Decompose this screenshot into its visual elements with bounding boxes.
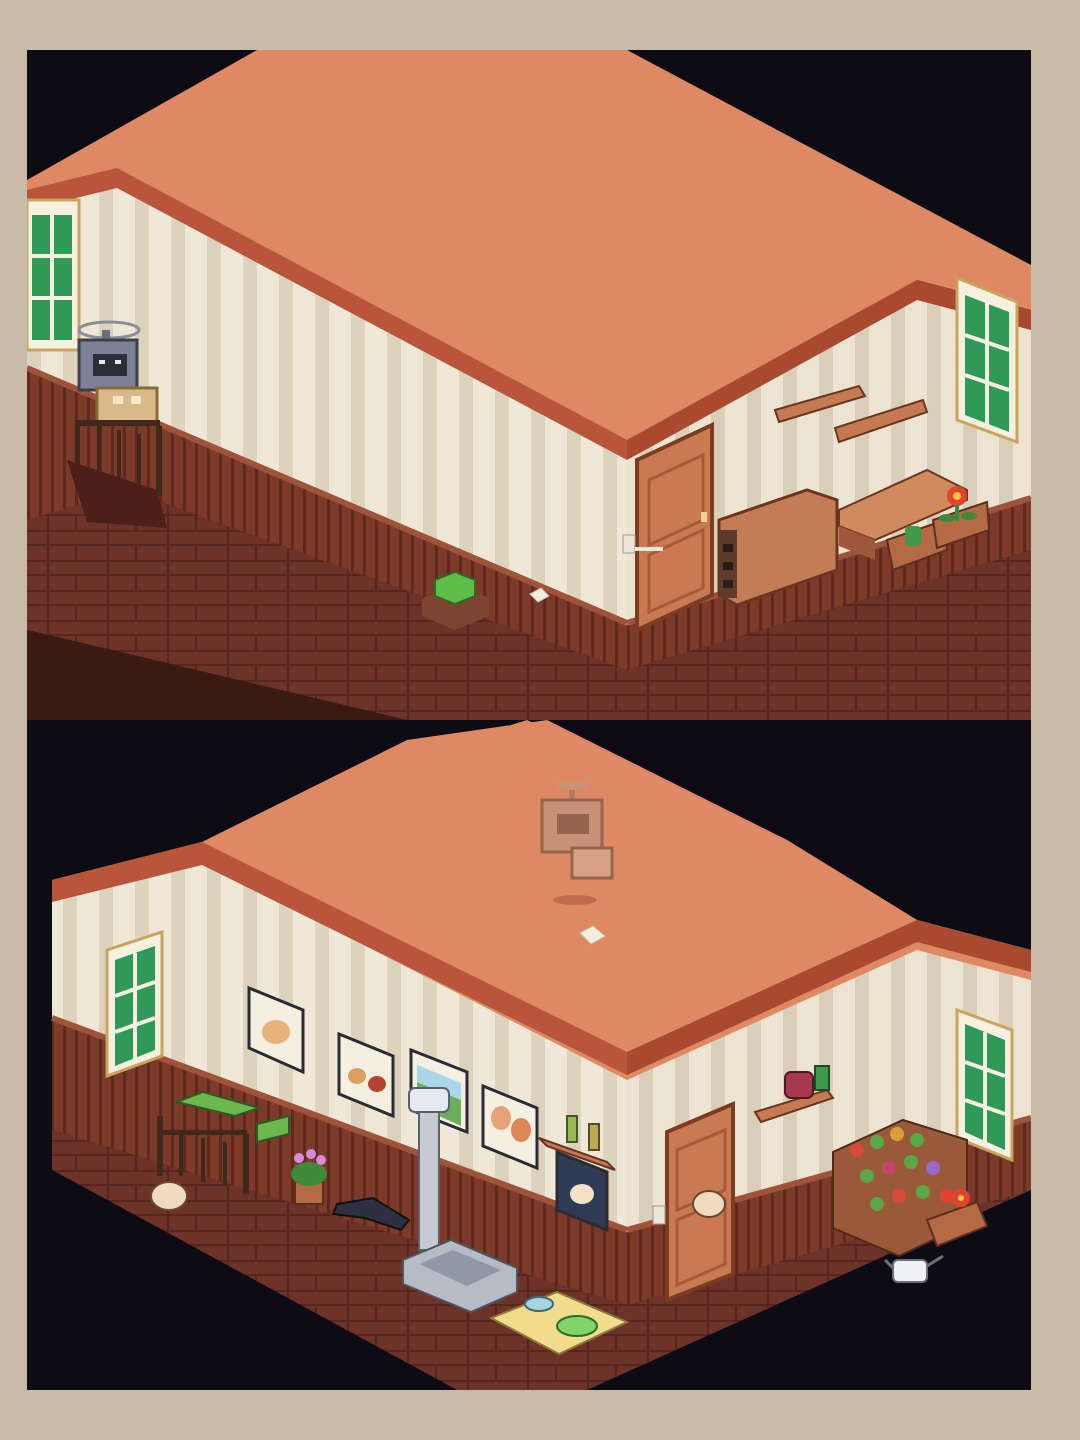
room-render-top: [27, 50, 1031, 720]
window-right: [955, 275, 1019, 445]
game-viewport: [27, 50, 1031, 1390]
room-render-bottom: [50, 720, 1031, 1390]
window-left: [105, 929, 164, 1079]
room-panel-top: [27, 50, 1031, 720]
window-left: [27, 198, 81, 352]
hand-cursor-icon[interactable]: [150, 1181, 188, 1211]
window-right: [955, 1007, 1014, 1163]
light-switch[interactable]: [622, 534, 636, 554]
room-panel-bottom: [27, 720, 1031, 1390]
watering-can-icon[interactable]: [883, 1254, 944, 1283]
door[interactable]: [635, 421, 714, 634]
pink-flower-pot: [291, 1149, 327, 1205]
light-switch[interactable]: [652, 1205, 666, 1225]
hand-cursor-icon[interactable]: [692, 1190, 726, 1218]
